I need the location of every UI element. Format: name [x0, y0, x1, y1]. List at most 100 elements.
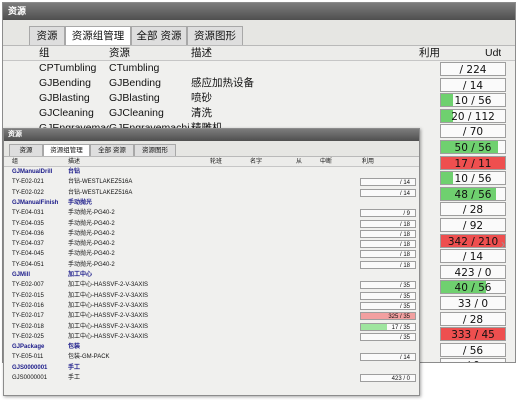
row-description: 手动抛光-PG40-2 [68, 220, 115, 227]
utilization-bar: / 28 [440, 202, 506, 217]
tab-resource-graphics[interactable]: 资源图形 [134, 144, 176, 156]
column-header-resource[interactable]: 资源 [109, 46, 130, 61]
column-header-from[interactable]: 从 [296, 157, 302, 167]
resource-id: TY-E02-015 [12, 292, 44, 299]
utilization-value: / 35 [399, 283, 410, 290]
row-description: 加工中心-HASSVF-2-V-3AXIS [68, 313, 149, 320]
window-title-bar[interactable]: 资源 [4, 129, 419, 141]
table-row[interactable]: TY-E02-016 加工中心-HASSVF-2-V-3AXIS / 35 [4, 301, 419, 311]
utilization-bar: 423 / 0 [440, 264, 506, 279]
group-row[interactable]: GJS0000001 手工 [4, 363, 419, 373]
table-row[interactable]: TY-E02-017 加工中心-HASSVF-2-V-3AXIS 325 / 35 [4, 311, 419, 321]
utilization-bar: 423 / 0 [360, 374, 416, 382]
table-row[interactable]: TY-E02-025 加工中心-HASSVF-2-V-3AXIS / 35 [4, 332, 419, 342]
table-row[interactable]: TY-E05-011 包装-GM-PACK / 14 [4, 352, 419, 362]
utilization-value: 423 / 0 [454, 266, 492, 279]
window-title-bar[interactable]: 资源 [3, 3, 515, 20]
group-row[interactable]: GJPackage 包装 [4, 342, 419, 352]
table-row[interactable]: GJBending GJBending 感应加热设备 [3, 76, 515, 91]
column-header-group[interactable]: 组 [12, 157, 18, 167]
utilization-value: 333 / 45 [451, 329, 495, 342]
column-header-shift[interactable]: 轮班 [210, 157, 222, 167]
tab-resource[interactable]: 资源 [9, 144, 43, 156]
tab-bar: 资源 资源组管理 全部 资源 资源图形 [3, 20, 515, 46]
utilization-bar: / 14 [360, 188, 416, 197]
table-row[interactable]: TY-E04-036 手动抛光-PG40-2 / 18 [4, 229, 419, 239]
utilization-value: / 18 [399, 242, 410, 249]
group-row[interactable]: GJMill 加工中心 [4, 270, 419, 280]
utilization-bar: 40 / 56 [440, 280, 506, 295]
table-row[interactable]: TY-E04-031 手动抛光-PG40-2 / 9 [4, 208, 419, 218]
table-row[interactable]: TY-E04-045 手动抛光-PG40-2 / 18 [4, 249, 419, 259]
table-row[interactable]: TY-E04-037 手动抛光-PG40-2 / 18 [4, 239, 419, 249]
table-header: 组 描述 轮班 名字 从 中断 利用 [4, 157, 419, 167]
column-header-description[interactable]: 描述 [68, 157, 80, 167]
utilization-bar: / 18 [360, 250, 416, 259]
collapse-arrow-icon[interactable]: › [501, 236, 511, 252]
tab-resource[interactable]: 资源 [29, 26, 65, 45]
utilization-value: / 18 [399, 252, 410, 259]
row-description: 手动抛光-PG40-2 [68, 251, 115, 258]
resource-id: GJS0000001 [12, 375, 48, 381]
utilization-bar: / 35 [360, 281, 416, 290]
utilization-value: / 56 [462, 344, 484, 357]
utilization-value: 20 / 112 [451, 110, 495, 123]
group-row[interactable]: GJManualFinish 手动抛光 [4, 198, 419, 208]
utilization-bar: 17 / 11 [440, 155, 506, 170]
utilization-bar: / 28 [440, 311, 506, 326]
utilization-bar: / 0 [440, 358, 506, 362]
window-title: 资源 [8, 6, 27, 16]
table-row[interactable]: TY-E02-007 加工中心-HASSVF-2-V-3AXIS / 35 [4, 280, 419, 290]
column-header-description[interactable]: 描述 [191, 46, 212, 61]
row-description: 手工 [68, 364, 81, 371]
column-header-utilization[interactable]: 利用 [362, 157, 374, 167]
tab-resource-graphics[interactable]: 资源图形 [187, 26, 243, 45]
tab-all-resources[interactable]: 全部 资源 [90, 144, 134, 156]
resource-id: TY-E02-016 [12, 302, 44, 309]
utilization-bar: / 14 [360, 178, 416, 187]
row-description: 加工中心-HASSVF-2-V-3AXIS [68, 333, 149, 340]
tab-bar: 资源 资源组管理 全部 资源 资源图形 [4, 141, 419, 157]
column-header-udt[interactable]: Udt [485, 46, 501, 61]
utilization-bar: / 70 [440, 124, 506, 139]
tab-resource-group-management[interactable]: 资源组管理 [65, 26, 131, 45]
table-row[interactable]: GJS0000001 手工 423 / 0 [4, 373, 419, 383]
utilization-value: / 18 [399, 221, 410, 228]
utilization-bar: 342 / 210 [440, 233, 506, 248]
table-row[interactable]: GJCleaning GJCleaning 清洗 [3, 106, 515, 121]
row-description: 加工中心-HASSVF-2-V-3AXIS [68, 282, 149, 289]
column-header-name[interactable]: 名字 [250, 157, 262, 167]
group-name: GJManualDrill [12, 169, 53, 175]
utilization-value: / 14 [399, 355, 410, 362]
resource-id: TY-E04-031 [12, 210, 44, 217]
utilization-value: / 35 [399, 293, 410, 300]
tab-all-resources[interactable]: 全部 资源 [131, 26, 187, 45]
utilization-bar: / 35 [360, 291, 416, 300]
column-header-interrupt[interactable]: 中断 [320, 157, 332, 167]
table-row[interactable]: TY-E04-051 手动抛光-PG40-2 / 18 [4, 260, 419, 270]
column-header-group[interactable]: 组 [39, 46, 50, 61]
row-description: 台钻 [68, 169, 81, 175]
table-row[interactable]: TY-E02-021 台钻-WESTLAKEZ516A / 14 [4, 177, 419, 187]
resource-id: TY-E05-011 [12, 354, 44, 361]
table-row[interactable]: GJBlasting GJBlasting 喷砂 [3, 91, 515, 106]
utilization-value: 342 / 210 [447, 235, 499, 248]
table-row[interactable]: TY-E02-022 台钻-WESTLAKEZ516A / 14 [4, 188, 419, 198]
utilization-bar: 10 / 56 [440, 93, 506, 108]
utilization-bar: 33 / 0 [440, 296, 506, 310]
table-row[interactable]: TY-E04-035 手动抛光-PG40-2 / 18 [4, 219, 419, 229]
utilization-value: / 14 [462, 79, 484, 92]
row-description: 感应加热设备 [191, 77, 254, 89]
utilization-bar: / 9 [360, 209, 416, 218]
row-description: 手动抛光 [68, 199, 93, 206]
resource-id: TY-E02-025 [12, 333, 44, 340]
group-row[interactable]: GJManualDrill 台钻 [4, 167, 419, 177]
utilization-bar: / 224 [440, 62, 506, 76]
column-header-utilization[interactable]: 利用 [419, 46, 440, 61]
table-row[interactable]: TY-E02-015 加工中心-HASSVF-2-V-3AXIS / 35 [4, 291, 419, 301]
table-row[interactable]: CPTumbling CTumbling [3, 61, 515, 76]
tab-resource-group-management[interactable]: 资源组管理 [43, 144, 90, 156]
table-row[interactable]: TY-E02-018 加工中心-HASSVF-2-V-3AXIS 17 / 35 [4, 322, 419, 332]
resource-id: TY-E02-007 [12, 282, 44, 289]
utilization-bar: / 18 [360, 240, 416, 249]
